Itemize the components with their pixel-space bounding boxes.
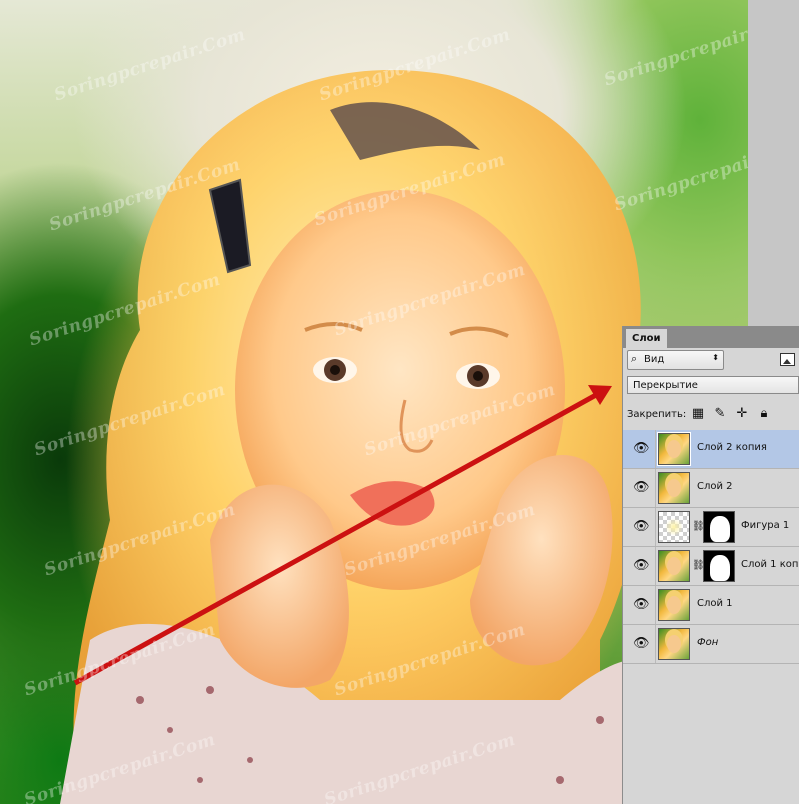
divider xyxy=(655,430,656,468)
layer-row-sloy-1-kopiya[interactable]: 👁︎ ⛓︎ Слой 1 копия xyxy=(623,547,799,586)
lock-label: Закрепить: xyxy=(627,409,687,420)
layer-row-fon[interactable]: 👁︎ Фон xyxy=(623,625,799,664)
eye-icon[interactable]: 👁︎ xyxy=(633,559,650,573)
chain-link-icon[interactable]: ⛓︎ xyxy=(692,559,705,573)
eye-icon[interactable]: 👁︎ xyxy=(633,637,650,651)
eye-icon[interactable]: 👁︎ xyxy=(633,442,650,456)
layer-name: Слой 1 xyxy=(697,598,733,609)
layers-panel: Слои ⌕ Вид ⬍ Перекрытие Закрепить: ▦ ✎ ✛… xyxy=(622,326,799,804)
lock-icon[interactable]: 🔒︎ xyxy=(757,407,771,421)
panel-tab-bar: Слои xyxy=(623,326,799,348)
eye-icon[interactable]: 👁︎ xyxy=(633,481,650,495)
up-down-arrows-icon: ⬍ xyxy=(712,353,719,362)
eye-icon[interactable]: 👁︎ xyxy=(633,598,650,612)
layer-thumbnail xyxy=(658,589,690,621)
move-icon[interactable]: ✛ xyxy=(735,407,749,421)
brush-icon[interactable]: ✎ xyxy=(713,407,727,421)
layer-name: Слой 2 копия xyxy=(697,442,767,453)
blend-mode-select[interactable]: Перекрытие xyxy=(627,376,799,394)
chain-link-icon[interactable]: ⛓︎ xyxy=(692,520,705,534)
layer-row-sloy-2-kopiya[interactable]: 👁︎ Слой 2 копия xyxy=(623,430,799,469)
layer-row-figura-1[interactable]: 👁︎ ⛓︎ Фигура 1 xyxy=(623,508,799,547)
divider xyxy=(655,469,656,507)
layer-row-sloy-1[interactable]: 👁︎ Слой 1 xyxy=(623,586,799,625)
layer-mask-thumbnail[interactable] xyxy=(703,550,735,582)
eye-icon[interactable]: 👁︎ xyxy=(633,520,650,534)
layer-name: Слой 1 копия xyxy=(741,559,799,570)
image-filter-icon[interactable] xyxy=(780,353,795,366)
layer-thumbnail xyxy=(658,511,690,543)
search-icon: ⌕ xyxy=(631,352,638,365)
divider xyxy=(655,508,656,546)
layer-mask-thumbnail[interactable] xyxy=(703,511,735,543)
layer-filter-row: ⌕ Вид ⬍ xyxy=(627,350,797,370)
divider xyxy=(655,586,656,624)
layer-filter-label: Вид xyxy=(644,354,665,365)
layer-thumbnail xyxy=(658,472,690,504)
layer-thumbnail xyxy=(658,550,690,582)
layer-row-sloy-2[interactable]: 👁︎ Слой 2 xyxy=(623,469,799,508)
divider xyxy=(655,547,656,585)
layer-thumbnail xyxy=(657,432,691,466)
layer-name: Фон xyxy=(697,637,719,648)
layers-list: 👁︎ Слой 2 копия 👁︎ Слой 2 👁︎ ⛓︎ Фигура 1… xyxy=(623,430,799,664)
layer-name: Слой 2 xyxy=(697,481,733,492)
layer-filter-select[interactable]: ⌕ Вид ⬍ xyxy=(627,350,724,370)
lock-transparent-pixels-icon[interactable]: ▦ xyxy=(691,407,705,421)
layer-thumbnail xyxy=(658,628,690,660)
workspace-background xyxy=(748,0,799,326)
lock-row: Закрепить: ▦ ✎ ✛ 🔒︎ xyxy=(627,406,797,424)
tab-layers[interactable]: Слои xyxy=(626,329,667,348)
divider xyxy=(655,625,656,663)
layer-name: Фигура 1 xyxy=(741,520,790,531)
